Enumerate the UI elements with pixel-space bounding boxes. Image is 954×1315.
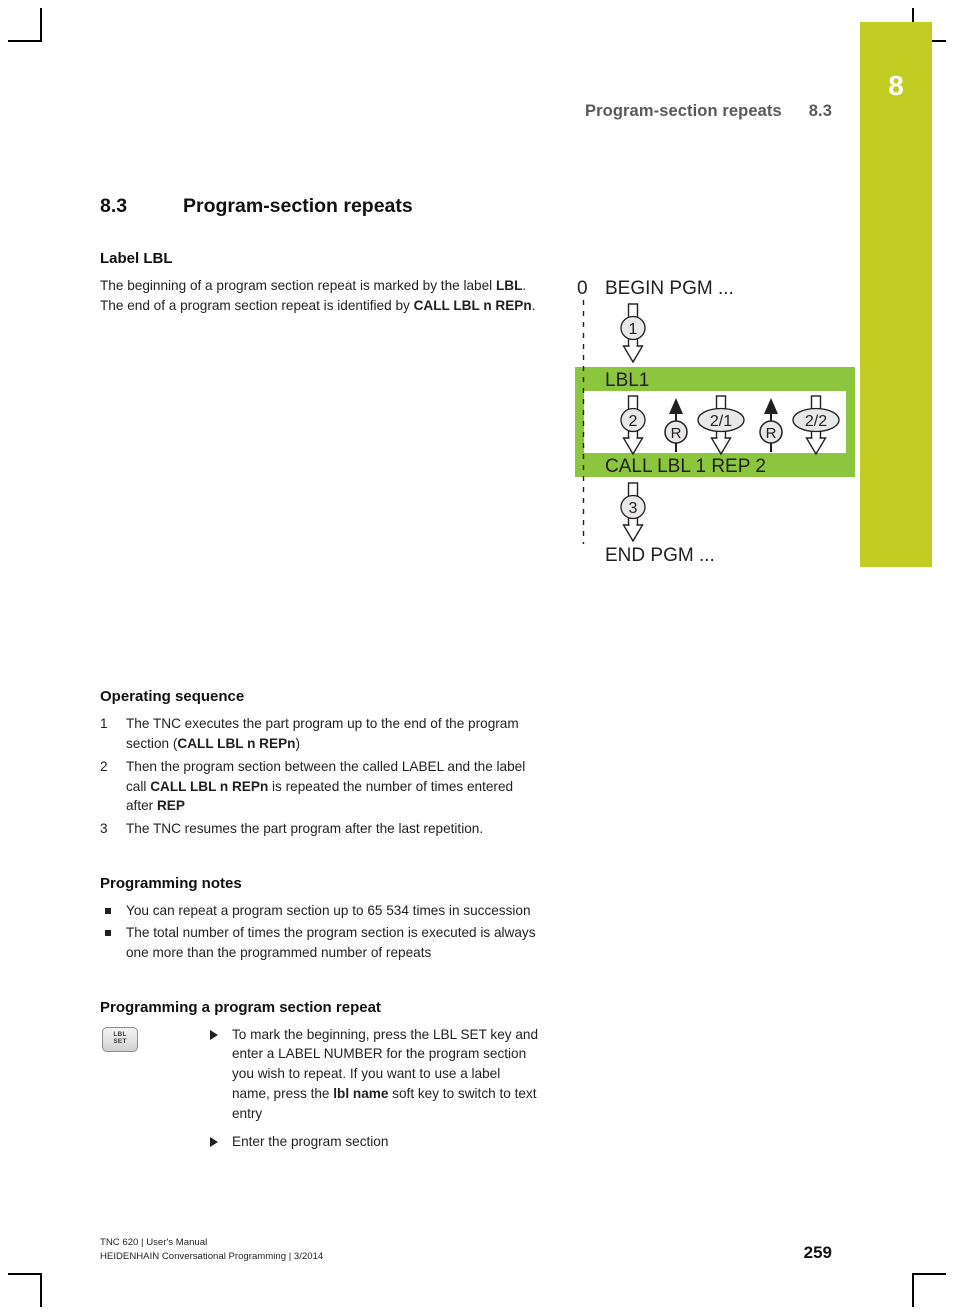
action-text-1: Enter the program section <box>232 1134 389 1150</box>
footer-imprint: TNC 620 | User's Manual HEIDENHAIN Conve… <box>100 1236 323 1263</box>
crop-mark-top-left-horizontal <box>8 40 42 42</box>
crop-mark-bottom-left-horizontal <box>8 1273 42 1275</box>
begin-label: BEGIN PGM ... <box>605 278 734 299</box>
section-number: 8.3 <box>100 195 128 217</box>
running-header-title: Program-section repeats <box>585 102 782 120</box>
arrow-label-step1: 1 <box>629 321 638 338</box>
programming-notes-heading: Programming notes <box>100 874 242 892</box>
step-text-1: The TNC resumes the part program after t… <box>126 820 484 836</box>
key-icon-line-2: SET <box>113 1038 127 1046</box>
chapter-number: 8 <box>888 70 904 101</box>
note-text: The total number of times the program se… <box>126 925 536 961</box>
lbl-para-bold-1: LBL <box>495 278 523 293</box>
page-number: 259 <box>803 1243 832 1263</box>
step-bold: CALL LBL n REPn <box>150 778 269 794</box>
procedure-heading: Programming a program section repeat <box>100 998 381 1016</box>
section-heading: 8.3 Program-section repeats <box>100 195 540 218</box>
triangle-right-icon <box>210 1137 218 1148</box>
begin-index: 0 <box>577 278 588 299</box>
procedure-block: LBL SET To mark the beginning, press the… <box>100 1025 540 1152</box>
operating-sequence-list: 1 The TNC executes the part program up to… <box>100 714 540 838</box>
arrow-label-step3: 3 <box>629 500 638 517</box>
crop-mark-bottom-left-vertical <box>40 1273 42 1307</box>
lbl-para-bold-2: CALL LBL n REPn <box>413 297 532 313</box>
main-content: 8.3 Program-section repeats Label LBL Th… <box>100 195 540 1161</box>
step-text-2: ) <box>295 736 300 752</box>
list-item: The total number of times the program se… <box>100 923 540 962</box>
arrow-label-rep2: 2/2 <box>805 413 827 430</box>
page-footer: TNC 620 | User's Manual HEIDENHAIN Conve… <box>100 1236 832 1263</box>
arrow-label-step2: 2 <box>629 413 638 430</box>
label-lbl-heading: Label LBL <box>100 250 173 267</box>
step-number: 2 <box>100 758 108 774</box>
running-header-section: 8.3 <box>808 102 832 120</box>
chapter-tab: 8 <box>860 22 932 567</box>
list-item: 3 The TNC resumes the part program after … <box>100 819 540 839</box>
arrow-label-return1: R <box>671 425 682 442</box>
list-item: 1 The TNC executes the part program up to… <box>100 714 540 753</box>
list-item: Enter the program section <box>208 1132 540 1152</box>
label-lbl-paragraph: The beginning of a program section repea… <box>100 276 540 315</box>
step-number: 1 <box>100 716 108 732</box>
lbl-para-text-3: . <box>531 297 536 313</box>
crop-mark-bottom-right-horizontal <box>912 1273 946 1275</box>
crop-mark-bottom-right-vertical <box>912 1273 914 1307</box>
step-number: 3 <box>100 820 108 836</box>
triangle-right-icon <box>210 1029 218 1040</box>
programming-notes-list: You can repeat a program section up to 6… <box>100 901 540 963</box>
procedure-action-list: To mark the beginning, press the LBL SET… <box>100 1025 540 1152</box>
flow-arrow-step1: 1 <box>620 303 646 363</box>
action-bold: lbl name <box>333 1085 389 1101</box>
lbl-label: LBL1 <box>605 370 649 391</box>
crop-mark-top-left-vertical <box>40 8 42 42</box>
end-label: END PGM ... <box>605 545 715 566</box>
list-item: To mark the beginning, press the LBL SET… <box>208 1025 540 1124</box>
arrow-label-rep1: 2/1 <box>710 413 732 430</box>
call-label: CALL LBL 1 REP 2 <box>605 456 766 477</box>
note-text: You can repeat a program section up to 6… <box>126 902 531 918</box>
program-flow-diagram: 0 BEGIN PGM ... 1 LBL1 2 R 2/1 R 2/2 CAL… <box>565 272 865 572</box>
operating-sequence-heading: Operating sequence <box>100 688 245 706</box>
step-bold: CALL LBL n REPn <box>177 736 296 752</box>
square-bullet-icon <box>105 930 111 937</box>
list-item: You can repeat a program section up to 6… <box>100 901 540 921</box>
running-header: Program-section repeats 8.3 <box>0 102 832 121</box>
lbl-set-key-icon: LBL SET <box>102 1026 138 1052</box>
footer-line-1: TNC 620 | User's Manual <box>100 1237 208 1248</box>
step-bold-2: REP <box>156 798 185 814</box>
flow-arrow-step3: 3 <box>620 482 646 542</box>
square-bullet-icon <box>105 907 111 914</box>
arrow-label-return2: R <box>766 425 777 442</box>
section-title: Program-section repeats <box>183 195 413 217</box>
lbl-para-text-1: The beginning of a program section repea… <box>100 278 496 293</box>
list-item: 2 Then the program section between the ca… <box>100 757 540 816</box>
footer-line-2: HEIDENHAIN Conversational Programming | … <box>100 1250 324 1262</box>
